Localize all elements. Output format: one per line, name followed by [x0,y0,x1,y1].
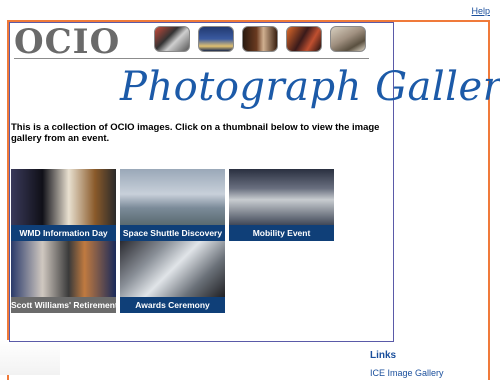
gallery-photo [120,169,225,225]
gallery-tile-wmd-information-day[interactable]: WMD Information Day [11,169,116,241]
gallery-tile-awards-ceremony[interactable]: Awards Ceremony [120,241,225,313]
ocio-logo: OCIO [14,22,121,62]
gallery-photo [120,241,225,297]
header-thumbnail-4 [286,26,322,52]
header-divider [14,58,369,59]
page-title: Photograph Gallery [120,64,500,110]
gallery-caption: WMD Information Day [11,225,116,241]
header-thumbnail-2 [198,26,234,52]
background-fade [0,340,60,375]
gallery-caption: Scott Williams' Retirement [11,297,116,313]
gallery-photo [11,241,116,297]
gallery-photo [229,169,334,225]
gallery-caption: Awards Ceremony [120,297,225,313]
link-ice-image-gallery[interactable]: ICE Image Gallery [370,368,444,378]
gallery-tile-space-shuttle-discovery[interactable]: Space Shuttle Discovery [120,169,225,241]
help-link[interactable]: Help [471,6,490,16]
links-heading: Links [370,350,397,361]
gallery-tile-mobility-event[interactable]: Mobility Event [229,169,334,241]
gallery-tile-scott-williams-retirement[interactable]: Scott Williams' Retirement [11,241,116,313]
intro-text: This is a collection of OCIO images. Cli… [11,122,380,144]
gallery-caption: Space Shuttle Discovery [120,225,225,241]
header-thumbnail-3 [242,26,278,52]
header-thumbnail-1 [154,26,190,52]
header-thumbnail-5 [330,26,366,52]
header-thumbnail-strip [154,26,366,52]
gallery-caption: Mobility Event [229,225,334,241]
gallery-photo [11,169,116,225]
